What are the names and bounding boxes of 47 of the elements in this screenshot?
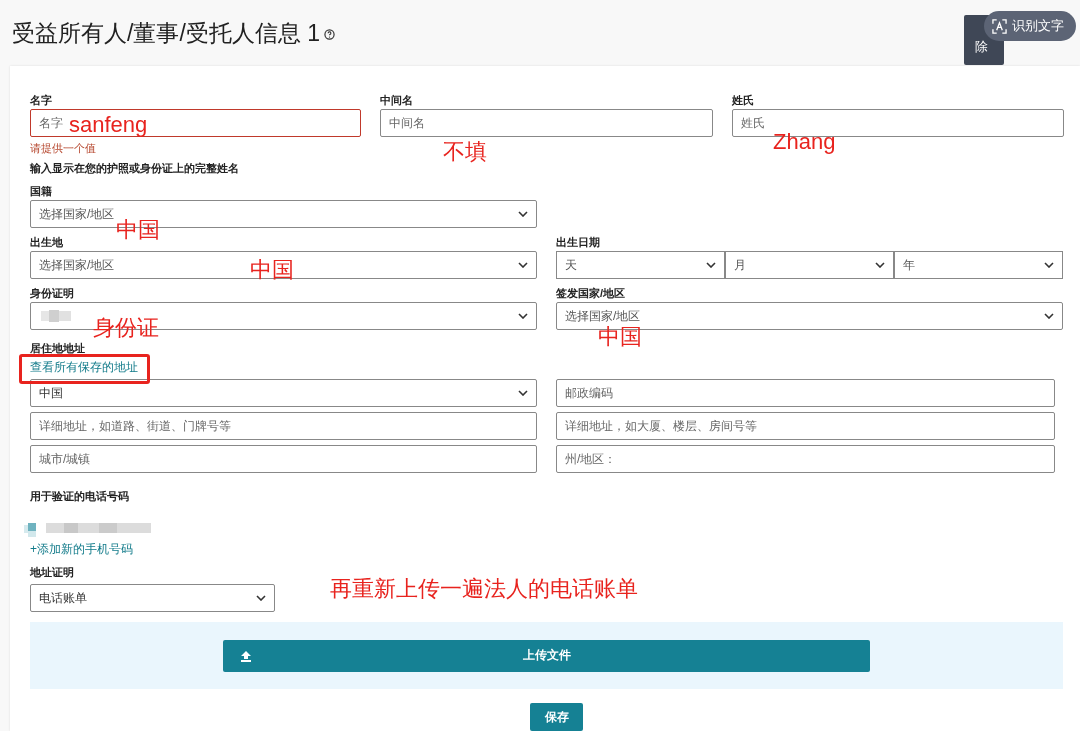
caret-icon [1044,262,1054,268]
hint-text: 输入显示在您的护照或身份证上的完整姓名 [30,162,240,175]
annotation-text: sanfeng [69,114,148,136]
proof-select[interactable]: 电话账单 [30,584,275,612]
upload-icon [240,649,252,662]
country-select[interactable]: 中国 [30,379,537,407]
caret-icon [518,390,528,396]
address-field[interactable]: 详细地址，如道路、街道、门牌号等 [30,412,537,440]
save-button[interactable]: 保存 [530,703,583,731]
postal-code-field[interactable]: 邮政编码 [556,379,1055,407]
ocr-button[interactable]: 识别文字 [984,11,1076,41]
caret-icon [256,595,266,601]
caret-icon [706,262,716,268]
annotation-text: 身份证 [93,317,159,339]
city-field[interactable]: 城市/城镇 [30,445,537,473]
field-label: 用于验证的电话号码 [30,490,129,503]
page-title: 受益所有人/董事/受托人信息 1 [12,18,320,48]
field-label: 身份证明 [30,287,75,300]
field-label: 姓氏 [732,94,755,107]
text-scan-icon [992,18,1007,34]
date-select[interactable]: 月 [725,251,894,279]
caret-icon [518,262,528,268]
annotation-text: 再重新上传一遍法人的电话账单 [330,578,638,600]
caret-icon [1044,313,1054,319]
caret-icon [518,211,528,217]
caret-icon [875,262,885,268]
field-label: 中间名 [380,94,414,107]
saved-addresses-link[interactable]: 查看所有保存的地址 [30,359,138,375]
caret-icon [518,313,528,319]
text-field[interactable]: 中间名 [380,109,713,137]
field-label: 出生地 [30,236,64,249]
address-field[interactable]: 详细地址，如大厦、楼层、房间号等 [556,412,1055,440]
field-label: 地址证明 [30,566,74,579]
upload-button[interactable]: 上传文件 [223,639,870,672]
error-message: 请提供一个值 [30,142,96,155]
field-label: 国籍 [30,185,53,198]
field-label: 名字 [30,94,53,107]
help-icon[interactable] [323,28,335,40]
field-label: 签发国家/地区 [556,287,627,300]
add-phone-link[interactable]: +添加新的手机号码 [30,541,133,557]
field-label: 居住地地址 [30,342,85,355]
annotation-text: 不填 [443,141,487,163]
date-select[interactable]: 天 [556,251,725,279]
state-field[interactable]: 州/地区： [556,445,1055,473]
field-label: 出生日期 [556,236,601,249]
date-select[interactable]: 年 [894,251,1063,279]
annotation-text: 中国 [250,259,294,281]
